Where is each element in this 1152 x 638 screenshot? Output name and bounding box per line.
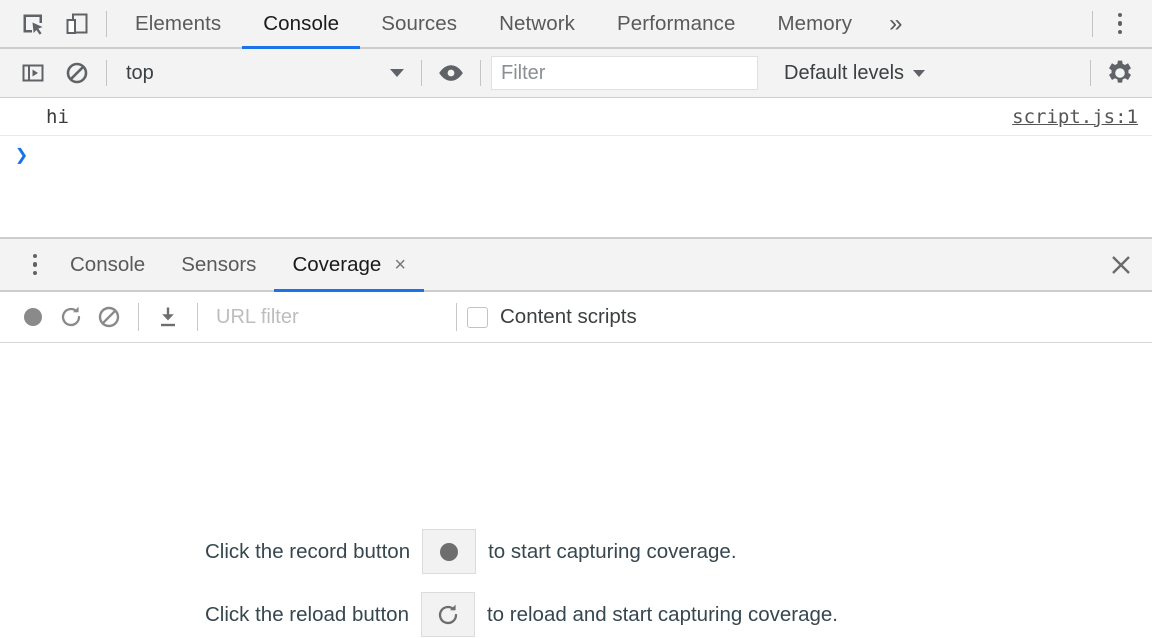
console-filter-input[interactable]: Filter [491, 56, 758, 90]
record-icon[interactable] [422, 529, 476, 574]
execution-context-value: top [126, 62, 390, 85]
console-message-row[interactable]: hi script.js:1 [0, 98, 1152, 136]
toolbar-divider [106, 11, 107, 37]
console-filter-placeholder: Filter [501, 62, 545, 85]
device-toolbar-icon[interactable] [55, 0, 99, 47]
drawer-tab-sensors-label: Sensors [181, 253, 256, 277]
content-scripts-checkbox[interactable] [467, 307, 488, 328]
coverage-toolbar-divider-1 [138, 303, 139, 331]
drawer-menu-kebab-icon[interactable] [18, 239, 52, 290]
coverage-hint-record-after: to start capturing coverage. [488, 540, 736, 564]
live-expression-eye-icon[interactable] [429, 50, 473, 97]
tab-network-label: Network [499, 12, 575, 36]
coverage-hint-reload: Click the reload button to reload and st… [205, 592, 838, 637]
more-tabs-icon[interactable]: » [873, 0, 918, 47]
console-output-area[interactable]: hi script.js:1 ❯ [0, 98, 1152, 237]
log-levels-value: Default levels [784, 62, 904, 85]
console-sidebar-icon[interactable] [11, 50, 55, 97]
drawer-tab-coverage[interactable]: Coverage × [274, 239, 424, 290]
coverage-hint-record-before: Click the record button [205, 540, 410, 564]
console-toolbar-divider-4 [1090, 60, 1091, 86]
drawer-tab-console[interactable]: Console [52, 239, 163, 290]
reload-icon[interactable] [52, 297, 90, 337]
more-tabs-label: » [889, 10, 902, 38]
url-filter-placeholder: URL filter [216, 306, 299, 328]
tab-sources[interactable]: Sources [360, 0, 478, 47]
drawer-tab-console-label: Console [70, 253, 145, 277]
content-scripts-toggle[interactable]: Content scripts [467, 305, 637, 329]
coverage-hint-reload-before: Click the reload button [205, 603, 409, 627]
execution-context-select[interactable]: top [114, 56, 414, 90]
main-tabbar: Elements Console Sources Network Perform… [0, 0, 1152, 49]
coverage-content-area: Click the record button to start capturi… [0, 343, 1152, 638]
coverage-toolbar-divider-3 [456, 303, 457, 331]
console-message-source-link[interactable]: script.js:1 [1012, 106, 1138, 128]
coverage-hint-record: Click the record button to start capturi… [205, 529, 838, 574]
coverage-empty-state: Click the record button to start capturi… [205, 529, 838, 637]
inspect-element-icon[interactable] [11, 0, 55, 47]
url-filter-input[interactable]: URL filter [208, 306, 446, 329]
console-toolbar-divider-2 [421, 60, 422, 86]
record-icon[interactable] [14, 297, 52, 337]
tab-network[interactable]: Network [478, 0, 596, 47]
chevron-down-icon [913, 70, 925, 77]
tab-performance[interactable]: Performance [596, 0, 756, 47]
coverage-toolbar: URL filter Content scripts [0, 292, 1152, 343]
content-scripts-label: Content scripts [500, 305, 637, 329]
clear-coverage-icon[interactable] [90, 297, 128, 337]
console-toolbar: top Filter Default levels [0, 49, 1152, 98]
console-toolbar-divider-1 [106, 60, 107, 86]
log-levels-select[interactable]: Default levels [770, 62, 939, 85]
devtools-window: Elements Console Sources Network Perform… [0, 0, 1152, 638]
coverage-toolbar-divider-2 [197, 303, 198, 331]
drawer-panel: Console Sensors Coverage × [0, 237, 1152, 638]
coverage-hint-reload-after: to reload and start capturing coverage. [487, 603, 838, 627]
main-menu-kebab-icon[interactable] [1100, 0, 1140, 47]
drawer-tab-coverage-label: Coverage [292, 253, 381, 277]
prompt-arrow-icon: ❯ [15, 145, 28, 167]
tab-console-label: Console [263, 12, 339, 36]
clear-console-icon[interactable] [55, 50, 99, 97]
tab-performance-label: Performance [617, 12, 735, 36]
console-toolbar-divider-3 [480, 60, 481, 86]
tab-memory-label: Memory [777, 12, 852, 36]
tab-elements-label: Elements [135, 12, 221, 36]
tab-elements[interactable]: Elements [114, 0, 242, 47]
console-prompt[interactable]: ❯ [0, 136, 1152, 176]
drawer-tab-sensors[interactable]: Sensors [163, 239, 274, 290]
tab-memory[interactable]: Memory [756, 0, 873, 47]
drawer-tab-coverage-close-icon[interactable]: × [394, 255, 406, 275]
chevron-down-icon [390, 69, 404, 77]
tabbar-right-divider [1092, 11, 1093, 37]
tab-sources-label: Sources [381, 12, 457, 36]
tab-console[interactable]: Console [242, 0, 360, 47]
download-icon[interactable] [149, 297, 187, 337]
drawer-tabbar: Console Sensors Coverage × [0, 239, 1152, 292]
close-drawer-icon[interactable] [1098, 239, 1144, 290]
reload-icon[interactable] [421, 592, 475, 637]
gear-icon[interactable] [1098, 50, 1142, 97]
console-message-text: hi [46, 106, 1012, 128]
